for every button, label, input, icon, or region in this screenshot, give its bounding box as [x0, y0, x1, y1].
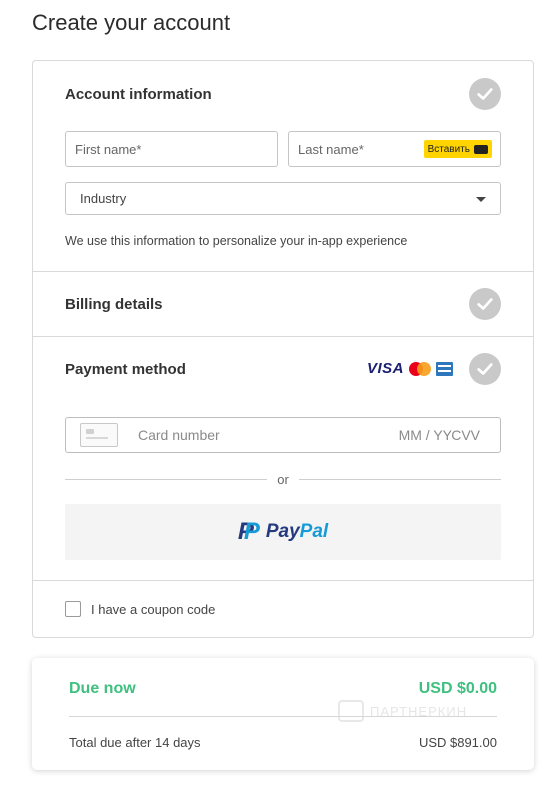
card-number-input[interactable]: Card number MM / YY CVV	[65, 417, 501, 453]
page-title: Create your account	[32, 10, 231, 35]
order-summary: Due now USD $0.00 ПАРТНЕРКИН Total due a…	[32, 658, 534, 770]
paypal-p-icon: PP	[237, 518, 260, 545]
first-name-placeholder: First name*	[75, 141, 142, 157]
first-name-input[interactable]: First name*	[65, 131, 278, 167]
watermark: ПАРТНЕРКИН	[338, 700, 467, 722]
billing-check-icon	[469, 288, 501, 320]
total-due-label: Total due after 14 days	[69, 735, 201, 750]
industry-select[interactable]: Industry	[65, 182, 501, 215]
due-now-amount: USD $0.00	[418, 680, 497, 697]
billing-details-title: Billing details	[65, 296, 163, 313]
paypal-wordmark: PayPal	[266, 521, 328, 543]
account-form-card: Account information First name* Last nam…	[32, 60, 534, 638]
divider-line	[65, 478, 268, 480]
total-due-amount: USD $891.00	[418, 735, 497, 750]
summary-divider	[69, 716, 497, 717]
coupon-section: I have a coupon code	[33, 581, 533, 638]
account-check-icon	[469, 78, 501, 110]
or-text: or	[277, 471, 289, 487]
last-name-input[interactable]: Last name* Вставить	[288, 131, 501, 167]
paypal-word-pay: Pay	[265, 521, 300, 542]
payment-check-icon	[469, 353, 501, 385]
card-number-placeholder: Card number	[138, 427, 220, 443]
last-name-placeholder: Last name*	[298, 141, 364, 157]
credit-card-icon	[80, 423, 118, 447]
paypal-word-pal: Pal	[299, 521, 329, 542]
paypal-button[interactable]: PP PayPal	[65, 504, 501, 560]
chevron-down-icon	[476, 197, 486, 202]
paste-button-label: Вставить	[427, 143, 470, 155]
card-cvv-placeholder[interactable]: CVV	[451, 427, 480, 443]
paste-button[interactable]: Вставить	[423, 140, 492, 158]
account-information-title: Account information	[65, 86, 212, 103]
personalization-help-text: We use this information to personalize y…	[65, 234, 408, 248]
mastercard-logo-icon	[409, 361, 431, 376]
payment-method-title: Payment method	[65, 361, 186, 378]
coupon-checkbox[interactable]	[65, 601, 81, 617]
coupon-label[interactable]: I have a coupon code	[91, 602, 215, 617]
card-icon	[474, 144, 488, 154]
card-brand-logos: VISA	[367, 360, 453, 377]
industry-select-value: Industry	[80, 191, 127, 206]
watermark-logo-icon	[338, 700, 364, 722]
due-now-label: Due now	[69, 680, 136, 697]
card-expiry-placeholder[interactable]: MM / YY	[399, 427, 452, 443]
or-divider: or	[65, 469, 501, 489]
payment-method-section: Payment method VISA Card number MM / YY …	[33, 337, 533, 581]
account-information-section: Account information First name* Last nam…	[33, 61, 533, 272]
amex-logo-icon	[436, 361, 453, 376]
billing-details-section[interactable]: Billing details	[33, 272, 533, 337]
divider-line	[298, 478, 501, 480]
visa-logo-icon: VISA	[366, 360, 404, 377]
